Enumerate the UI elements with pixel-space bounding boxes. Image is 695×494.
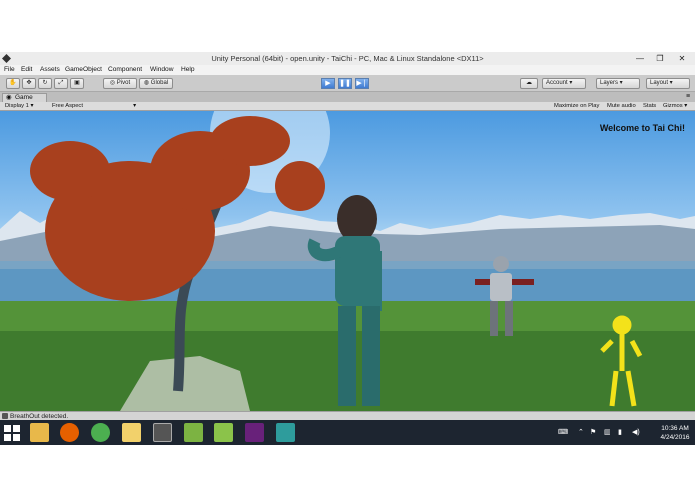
unity-logo-icon bbox=[2, 54, 11, 63]
aspect-dropdown[interactable]: Free Aspect ▾ bbox=[52, 102, 136, 111]
game-view-bar: Display 1 ▾ Free Aspect ▾ Maximize on Pla… bbox=[0, 102, 695, 111]
windows-taskbar: ⌨ ⌃ ⚑ ▥ ▮ ◀) 10:36 AM 4/24/2016 bbox=[0, 420, 695, 445]
layout-label: Layout bbox=[650, 80, 669, 86]
file-explorer-icon[interactable] bbox=[30, 423, 49, 442]
tab-game-label: Game bbox=[15, 94, 33, 101]
menu-edit[interactable]: Edit bbox=[21, 65, 32, 75]
volume-icon[interactable]: ◀) bbox=[632, 420, 640, 445]
flag-icon[interactable]: ⚑ bbox=[590, 420, 596, 445]
minecraft-icon[interactable] bbox=[184, 423, 203, 442]
layers-label: Layers bbox=[600, 80, 619, 86]
step-button[interactable]: ▶❘ bbox=[355, 78, 369, 89]
chevron-down-icon: ▾ bbox=[618, 80, 623, 86]
gizmos-dropdown[interactable]: Gizmos ▾ bbox=[663, 102, 687, 111]
display-label: Display 1 bbox=[5, 103, 29, 109]
toolbar: ✋ ✥ ↻ ⤢ ▣ ◎ Pivot ◍ Global ▶ ❚❚ ▶❘ ☁ Acc… bbox=[0, 75, 695, 92]
keyboard-icon[interactable]: ⌨ bbox=[558, 420, 568, 445]
unity-icon[interactable] bbox=[153, 423, 172, 442]
tray-up-icon[interactable]: ⌃ bbox=[578, 420, 584, 445]
chevron-down-icon: ▾ bbox=[668, 80, 673, 86]
windows-start-icon[interactable] bbox=[4, 425, 20, 441]
status-bar: BreathOut detected. bbox=[0, 411, 695, 420]
pivot-toggle[interactable]: ◎ Pivot bbox=[103, 78, 137, 89]
play-button[interactable]: ▶ bbox=[321, 78, 335, 89]
window-title: Unity Personal (64bit) - open.unity - Ta… bbox=[211, 54, 484, 63]
rect-tool-icon[interactable]: ▣ bbox=[70, 78, 84, 89]
menu-file[interactable]: File bbox=[4, 65, 15, 75]
minimize-button[interactable]: — bbox=[632, 53, 648, 64]
network-icon[interactable]: ▥ bbox=[604, 420, 611, 445]
clock-time[interactable]: 10:36 AM bbox=[655, 425, 695, 432]
kinect-app-icon[interactable] bbox=[276, 423, 295, 442]
gizmos-label: Gizmos bbox=[663, 103, 683, 109]
menu-component[interactable]: Component bbox=[108, 65, 142, 75]
chevron-down-icon: ▾ bbox=[567, 80, 573, 86]
rotate-tool-icon[interactable]: ↻ bbox=[38, 78, 52, 89]
gamepad-icon: ◉ bbox=[6, 94, 12, 101]
info-icon bbox=[2, 413, 8, 419]
welcome-text: Welcome to Tai Chi! bbox=[599, 123, 685, 133]
battery-icon[interactable]: ▮ bbox=[618, 420, 622, 445]
global-toggle[interactable]: ◍ Global bbox=[139, 78, 173, 89]
hand-tool-icon[interactable]: ✋ bbox=[6, 78, 20, 89]
maximize-on-play-toggle[interactable]: Maximize on Play bbox=[554, 102, 599, 111]
menu-gameobject[interactable]: GameObject bbox=[65, 65, 102, 75]
game-scene bbox=[0, 111, 695, 411]
visual-studio-icon[interactable] bbox=[245, 423, 264, 442]
pause-button[interactable]: ❚❚ bbox=[338, 78, 352, 89]
globe-icon: ◍ bbox=[143, 80, 151, 86]
pivot-icon: ◎ bbox=[109, 80, 117, 86]
cloud-icon[interactable]: ☁ bbox=[520, 78, 538, 89]
layout-dropdown[interactable]: Layout ▾ bbox=[646, 78, 690, 89]
tab-game[interactable]: ◉ Game bbox=[2, 93, 47, 102]
tab-bar: ◉ Game ≡ bbox=[0, 92, 695, 102]
layers-dropdown[interactable]: Layers ▾ bbox=[596, 78, 640, 89]
chevron-down-icon: ▾ bbox=[682, 103, 688, 109]
global-label: Global bbox=[150, 80, 169, 86]
chrome-icon[interactable] bbox=[91, 423, 110, 442]
stats-toggle[interactable]: Stats bbox=[643, 102, 656, 111]
menu-window[interactable]: Window bbox=[150, 65, 173, 75]
window-title-bar: Unity Personal (64bit) - open.unity - Ta… bbox=[0, 52, 695, 65]
account-label: Account bbox=[546, 80, 568, 86]
chevron-down-icon: ▾ bbox=[133, 103, 136, 109]
game-viewport[interactable]: Welcome to Tai Chi! bbox=[0, 111, 695, 411]
folder-icon[interactable] bbox=[122, 423, 141, 442]
aspect-label: Free Aspect bbox=[52, 103, 83, 109]
close-button[interactable]: ✕ bbox=[674, 53, 690, 64]
move-tool-icon[interactable]: ✥ bbox=[22, 78, 36, 89]
menu-help[interactable]: Help bbox=[181, 65, 195, 75]
menu-bar: File Edit Assets GameObject Component Wi… bbox=[0, 65, 695, 75]
pivot-label: Pivot bbox=[116, 80, 131, 86]
display-dropdown[interactable]: Display 1 ▾ bbox=[5, 102, 33, 111]
maximize-button[interactable]: ❐ bbox=[652, 53, 668, 64]
clock-date[interactable]: 4/24/2016 bbox=[655, 434, 695, 441]
scale-tool-icon[interactable]: ⤢ bbox=[54, 78, 68, 89]
chevron-down-icon: ▾ bbox=[28, 103, 34, 109]
tab-menu-icon[interactable]: ≡ bbox=[686, 93, 690, 100]
app-green-icon[interactable] bbox=[214, 423, 233, 442]
mute-audio-toggle[interactable]: Mute audio bbox=[607, 102, 636, 111]
account-dropdown[interactable]: Account ▾ bbox=[542, 78, 586, 89]
menu-assets[interactable]: Assets bbox=[40, 65, 60, 75]
firefox-icon[interactable] bbox=[60, 423, 79, 442]
